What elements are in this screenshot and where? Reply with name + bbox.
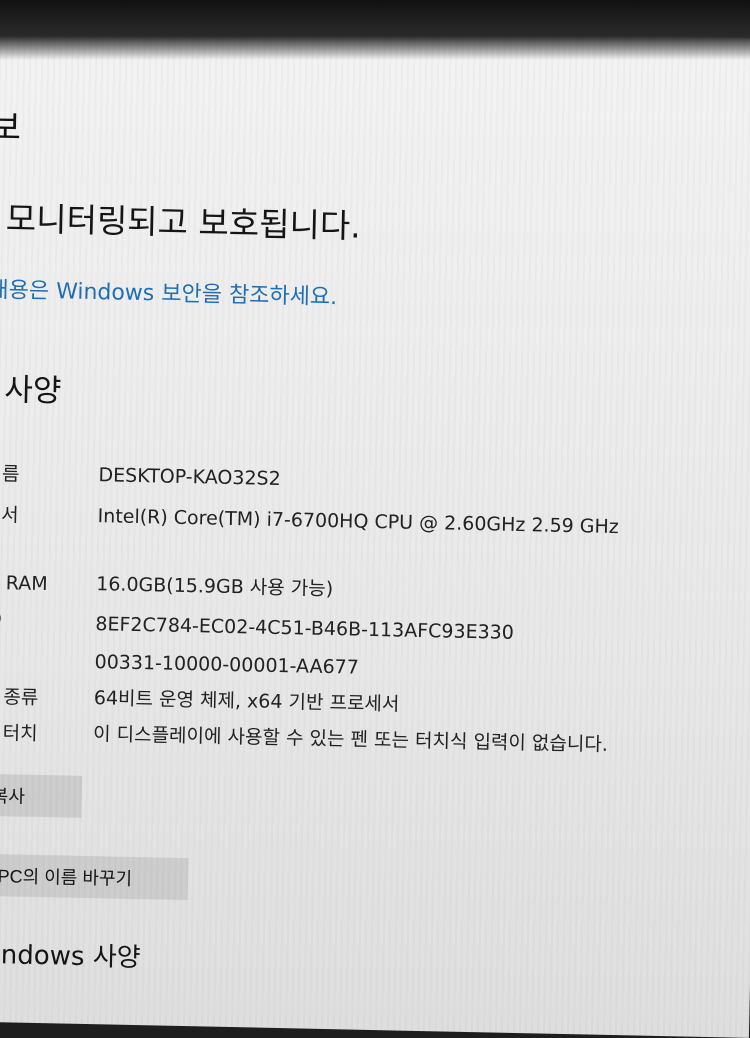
settings-about-page: 보 모니터링되고 보호됩니다. 내용은 Windows 보안을 참조하세요. 사… (0, 22, 750, 1038)
spec-label: ID (0, 608, 2, 630)
spec-label: 세서 (0, 503, 19, 527)
spec-row-processor: 세서 Intel(R) Core(TM) i7-6700HQ CPU @ 2.6… (0, 500, 730, 538)
spec-value: 16.0GB(15.9GB 사용 가능) (96, 573, 334, 601)
spec-value: 64비트 운영 체제, x64 기반 프로세서 (93, 687, 400, 716)
spec-label: 이름 (0, 462, 20, 486)
copy-button[interactable]: 복사 (0, 773, 83, 818)
device-specs-title: 사양 (3, 372, 62, 410)
spec-label: 템 종류 (0, 686, 39, 709)
spec-label: 된 RAM (0, 572, 48, 596)
spec-row-device-id: ID 8EF2C784-EC02-4C51-B46B-113AFC93E330 (0, 608, 728, 644)
spec-value: 이 디스플레이에 사용할 수 있는 펜 또는 터치식 입력이 없습니다. (92, 723, 609, 756)
page-heading-partial: 보 (0, 107, 22, 149)
spec-value: 00331-10000-00001-AA677 (94, 651, 360, 679)
spec-value: 8EF2C784-EC02-4C51-B46B-113AFC93E330 (95, 613, 515, 644)
windows-specs-title: Windows 사양 (0, 939, 141, 974)
spec-row-ram: 된 RAM 16.0GB(15.9GB 사용 가능) (0, 568, 728, 600)
rename-pc-button[interactable]: 이 PC의 이름 바꾸기 (0, 853, 189, 901)
spec-row-device-name: 이름 DESKTOP-KAO32S2 (0, 459, 731, 490)
security-status-text: 모니터링되고 보호됩니다. (5, 199, 362, 246)
spec-label: 및 터치 (0, 722, 38, 745)
spec-value: DESKTOP-KAO32S2 (98, 464, 281, 490)
spec-value: Intel(R) Core(TM) i7-6700HQ CPU @ 2.60GH… (97, 505, 619, 539)
spec-label: ID (0, 646, 1, 668)
windows-security-link[interactable]: 내용은 Windows 보안을 참조하세요. (0, 272, 338, 311)
